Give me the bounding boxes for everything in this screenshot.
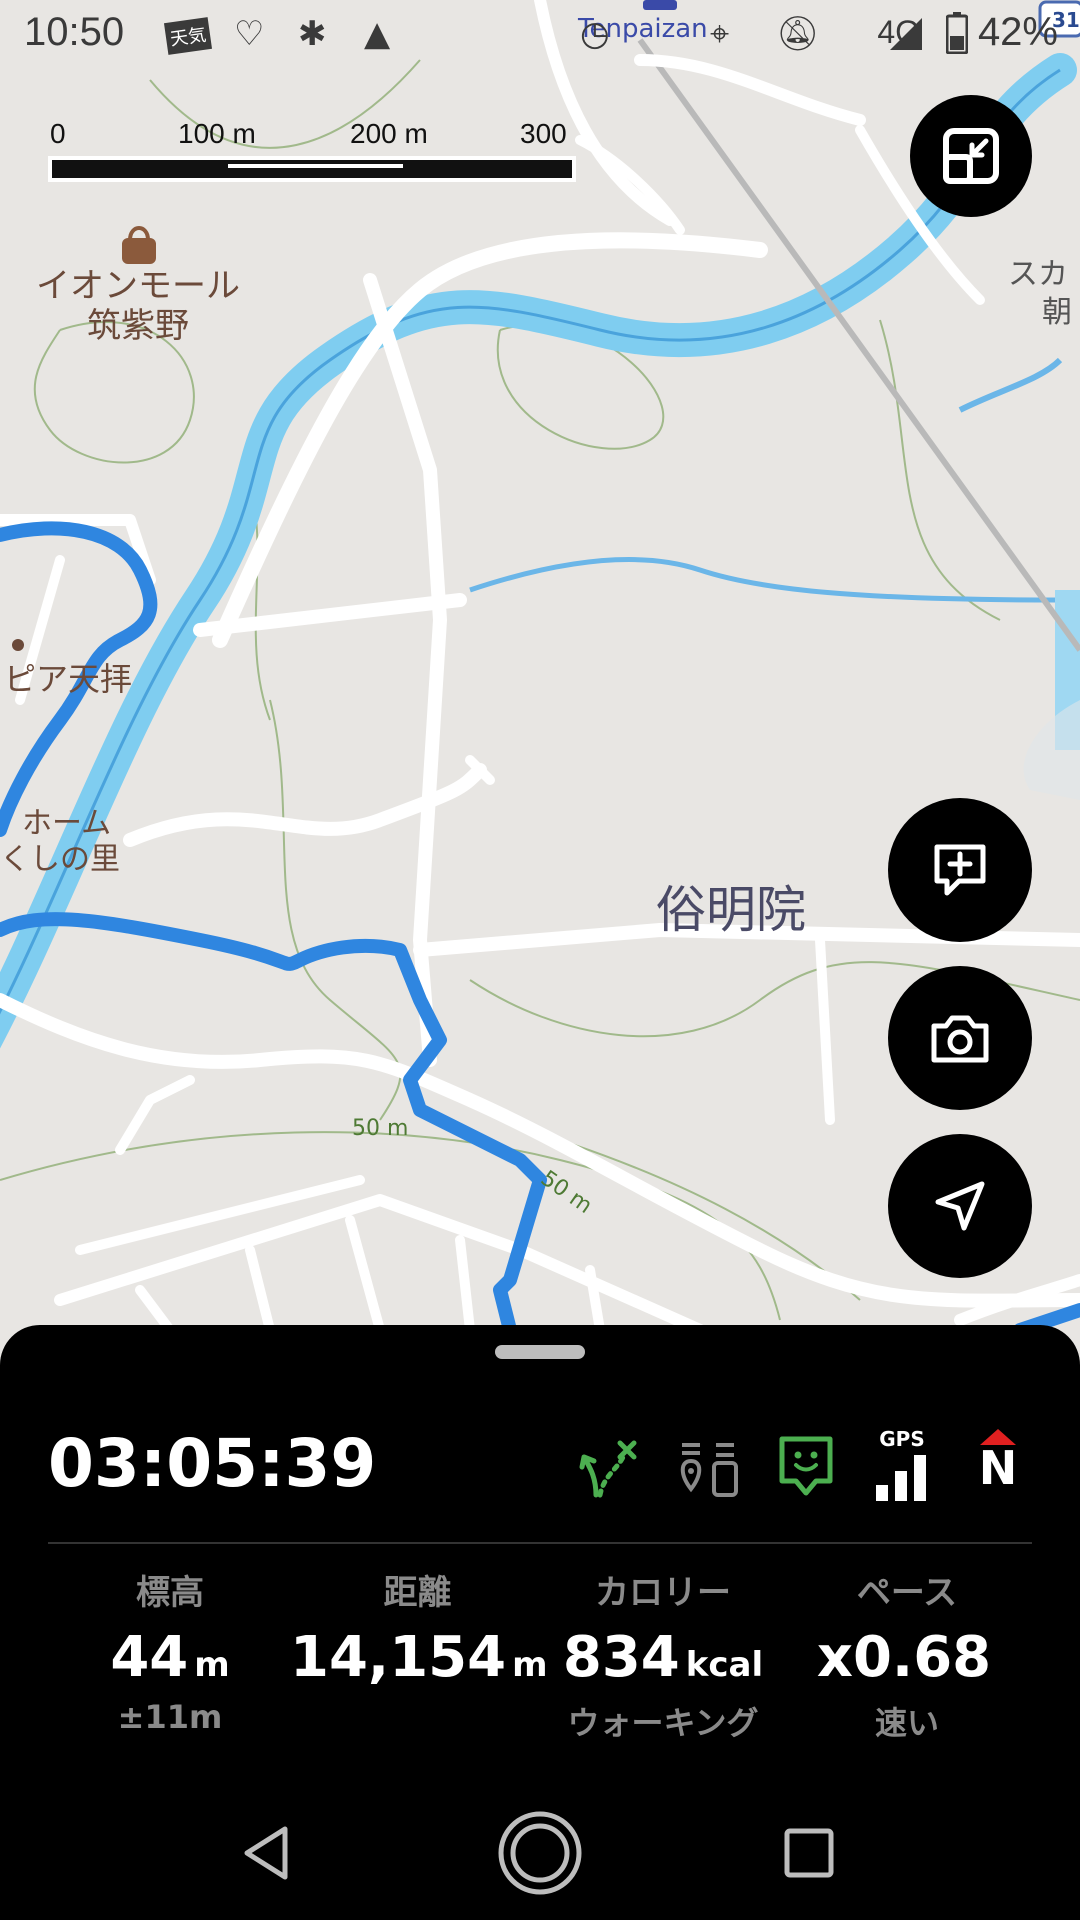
stat-label: 距離 bbox=[383, 1573, 452, 1613]
add-note-icon bbox=[934, 844, 986, 896]
poi-label-pia[interactable]: ピア天拝 bbox=[4, 654, 132, 700]
chat-face-icon[interactable] bbox=[776, 1425, 836, 1505]
elapsed-time: 03:05:39 bbox=[48, 1425, 377, 1502]
battery-icon bbox=[946, 12, 968, 54]
stat-label: カロリー bbox=[595, 1573, 731, 1613]
poi-label-aeon-line2: 筑紫野 bbox=[87, 306, 189, 346]
poi-label-home-line2: くしの里 bbox=[0, 842, 120, 877]
stat-pace: ペース x0.68 速い bbox=[782, 1565, 1032, 1744]
poi-label-home-line1: ホーム bbox=[22, 806, 112, 841]
fan-icon: ✱ bbox=[298, 14, 327, 54]
alarm-icon: ◷ bbox=[580, 14, 610, 54]
poi-label-aeon[interactable]: イオンモール 筑紫野 bbox=[28, 266, 248, 346]
stat-number: 834 bbox=[562, 1625, 680, 1690]
stat-sub: 速い bbox=[874, 1704, 939, 1742]
navigation-arrow-icon bbox=[935, 1181, 985, 1231]
scale-segment bbox=[228, 164, 403, 168]
back-button[interactable] bbox=[222, 1808, 312, 1898]
home-button[interactable] bbox=[495, 1808, 585, 1898]
poi-label-suka-line2: 朝 bbox=[1042, 295, 1072, 330]
camera-button[interactable] bbox=[888, 966, 1032, 1110]
waypoint-stack-icon[interactable] bbox=[676, 1425, 740, 1505]
poi-label-aeon-line1: イオンモール bbox=[36, 266, 240, 306]
stat-unit: m bbox=[194, 1645, 230, 1685]
battery-percent: 42% bbox=[977, 10, 1058, 54]
exit-fullscreen-icon bbox=[943, 128, 999, 184]
drag-handle[interactable] bbox=[495, 1345, 585, 1359]
back-icon bbox=[244, 1826, 288, 1880]
mute-icon: 🔕︎ bbox=[776, 14, 820, 54]
gps-indicator[interactable]: GPS bbox=[874, 1427, 930, 1505]
stat-unit: kcal bbox=[685, 1645, 764, 1685]
clock: 10:50 bbox=[24, 10, 125, 54]
recents-icon bbox=[784, 1828, 834, 1878]
poi-label-suka: スカ 朝 bbox=[1008, 256, 1072, 332]
gps-signal-icon bbox=[876, 1455, 926, 1501]
stat-value: 14,154 m bbox=[290, 1625, 548, 1690]
scale-bar: 0 100 m 200 m 300 m bbox=[48, 118, 578, 182]
poi-label-home[interactable]: ホーム くしの里 bbox=[0, 806, 120, 878]
navigate-button[interactable] bbox=[888, 1134, 1032, 1278]
scale-label-200: 200 m bbox=[350, 118, 428, 149]
area-label-zokumei: 俗明院 bbox=[656, 881, 806, 939]
divider bbox=[48, 1542, 1032, 1544]
stat-label: ペース bbox=[856, 1573, 958, 1613]
route-split-icon[interactable] bbox=[578, 1425, 642, 1505]
health-icon: ♡ bbox=[234, 14, 265, 54]
stat-calories: カロリー 834 kcal ウォーキング bbox=[538, 1565, 788, 1744]
exit-fullscreen-button[interactable] bbox=[910, 95, 1032, 217]
system-nav-bar bbox=[0, 1780, 1080, 1920]
weather-icon: 天気 bbox=[163, 17, 213, 55]
recents-button[interactable] bbox=[764, 1808, 854, 1898]
poi-dot bbox=[12, 639, 24, 651]
home-icon bbox=[498, 1811, 582, 1895]
map-view[interactable] bbox=[0, 0, 1080, 1340]
stat-number: 14,154 bbox=[290, 1625, 507, 1690]
stat-elevation: 標高 44 m ±11m bbox=[45, 1565, 295, 1736]
stat-number: 44 bbox=[110, 1625, 189, 1690]
compass-indicator[interactable]: N bbox=[974, 1427, 1022, 1495]
stat-value: 44 m bbox=[45, 1625, 295, 1690]
stat-value: x0.68 bbox=[782, 1625, 1032, 1690]
contour-label: 50 m bbox=[352, 1116, 409, 1141]
north-label: N bbox=[978, 1441, 1018, 1495]
stat-distance: 距離 14,154 m bbox=[290, 1565, 548, 1698]
add-note-button[interactable] bbox=[888, 798, 1032, 942]
stat-label: 標高 bbox=[136, 1573, 204, 1613]
signal-icon bbox=[890, 18, 922, 50]
poi-label-suka-line1: スカ bbox=[1008, 257, 1068, 292]
scale-line bbox=[48, 156, 576, 182]
location-icon: ⌖ bbox=[710, 14, 730, 54]
status-bar: 10:50 天気 ♡ ✱ ▲ ◷ ⌖ 🔕︎ 4G 42% bbox=[0, 0, 1080, 76]
gps-label: GPS bbox=[879, 1427, 925, 1451]
stat-sub: ±11m bbox=[117, 1698, 223, 1736]
scale-label-0: 0 bbox=[50, 118, 66, 149]
scale-label-100: 100 m bbox=[178, 118, 256, 149]
camera-icon bbox=[931, 1015, 989, 1063]
stat-number: x0.68 bbox=[816, 1625, 992, 1690]
triangle-icon: ▲ bbox=[364, 14, 391, 54]
stat-value: 834 kcal bbox=[538, 1625, 788, 1690]
stat-sub: ウォーキング bbox=[567, 1704, 759, 1742]
